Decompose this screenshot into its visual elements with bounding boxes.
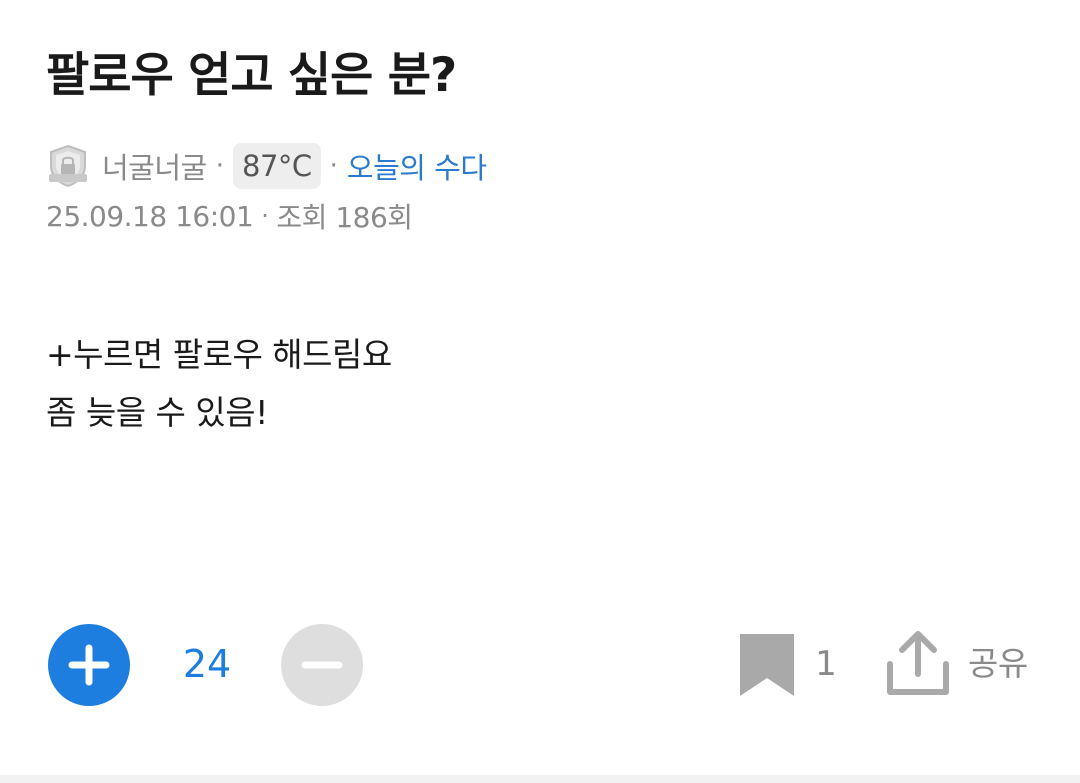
share-upload-icon	[884, 628, 952, 698]
post-date: 25.09.18 16:01	[46, 199, 254, 233]
bookmark-icon	[740, 634, 794, 696]
plus-icon	[68, 644, 110, 686]
view-count: 조회 186회	[276, 201, 413, 234]
meta-separator: ·	[329, 151, 338, 181]
post-detail: 팔로우 얻고 싶은 분? 너굴너굴 · 87°C · 오늘의 수다 25.09.…	[0, 0, 1080, 775]
badge-shield-icon	[46, 144, 90, 188]
post-body-line: 좀 늦을 수 있음!	[46, 393, 268, 432]
meta-separator: ·	[215, 151, 224, 181]
share-label: 공유	[968, 644, 1028, 683]
upvote-button[interactable]	[48, 624, 130, 706]
post-action-bar: 24 1 공유	[0, 620, 1080, 710]
minus-icon	[301, 661, 343, 669]
post-body-line: +누르면 팔로우 해드림요	[46, 335, 392, 374]
section-divider	[0, 775, 1080, 783]
post-body: +누르면 팔로우 해드림요 좀 늦을 수 있음!	[46, 326, 392, 442]
downvote-button[interactable]	[281, 624, 363, 706]
post-meta: 너굴너굴 · 87°C · 오늘의 수다	[46, 142, 487, 190]
bookmark-button[interactable]	[736, 632, 798, 698]
post-sub-meta: 25.09.18 16:01 · 조회 186회	[46, 196, 413, 236]
vote-count: 24	[182, 642, 232, 686]
share-button[interactable]: 공유	[884, 628, 1044, 702]
manner-temperature-badge: 87°C	[233, 143, 321, 189]
board-link[interactable]: 오늘의 수다	[347, 145, 487, 187]
author-name[interactable]: 너굴너굴	[102, 145, 207, 187]
post-title: 팔로우 얻고 싶은 분?	[46, 48, 457, 103]
meta-separator: ·	[261, 202, 269, 230]
bookmark-count: 1	[815, 644, 837, 684]
